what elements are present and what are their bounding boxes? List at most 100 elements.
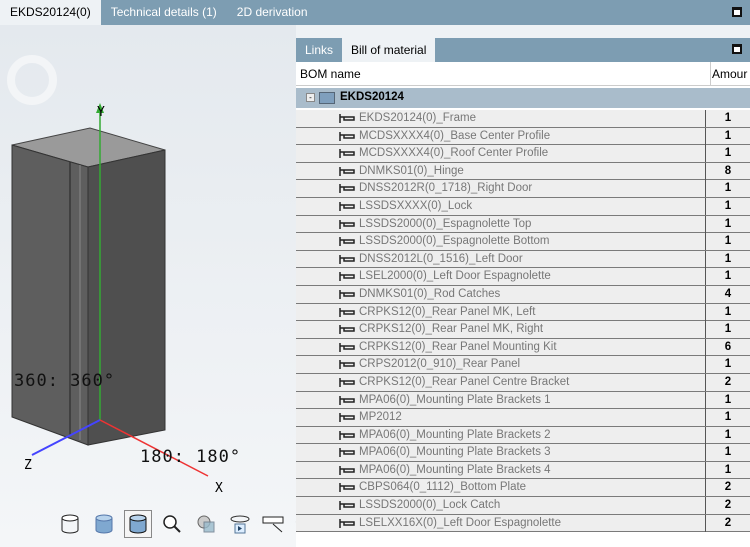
bom-item-amount: 2: [705, 373, 750, 391]
bom-item-amount: 2: [705, 514, 750, 532]
bom-item-name: MP2012: [359, 411, 402, 424]
bom-panel: Links Bill of material BOM name Amour - …: [296, 38, 750, 547]
assembly-icon: [319, 92, 335, 104]
maximize-icon[interactable]: [732, 7, 742, 17]
panel-maximize-icon[interactable]: [732, 44, 742, 54]
view-toolbar: ▼: [56, 510, 303, 538]
bom-row[interactable]: MCDSXXXX4(0)_Base Center Profile 1: [296, 127, 750, 146]
3d-viewer[interactable]: Y Z X 360: 360° 180: 180°: [0, 25, 296, 547]
bom-item-amount: 4: [705, 285, 750, 303]
bom-row[interactable]: LSSDSXXXX(0)_Lock 1: [296, 197, 750, 216]
bom-row[interactable]: DNSS2012R(0_1718)_Right Door 1: [296, 180, 750, 198]
bom-row[interactable]: MPA06(0)_Mounting Plate Brackets 1 1: [296, 391, 750, 410]
part-icon: [339, 236, 355, 250]
root-name: EKDS20124: [340, 91, 404, 103]
bom-item-name: LSSDSXXXX(0)_Lock: [359, 199, 473, 212]
bom-row[interactable]: CRPS2012(0_910)_Rear Panel 1: [296, 356, 750, 374]
tab-bill-of-material[interactable]: Bill of material: [342, 38, 436, 62]
bom-row[interactable]: DNMKS01(0)_Rod Catches 4: [296, 285, 750, 304]
bom-item-amount: 8: [705, 162, 750, 180]
bom-row[interactable]: LSEL2000(0)_Left Door Espagnolette 1: [296, 268, 750, 286]
rotate-icon[interactable]: [226, 510, 254, 538]
bom-item-amount: 1: [705, 303, 750, 321]
bom-row[interactable]: MPA06(0)_Mounting Plate Brackets 3 1: [296, 444, 750, 462]
bom-item-amount: 1: [705, 391, 750, 409]
bom-item-name: CRPKS12(0)_Rear Panel MK, Left: [359, 305, 536, 318]
bom-item-name: LSSDS2000(0)_Espagnolette Top: [359, 217, 532, 230]
bom-item-amount: 1: [705, 250, 750, 268]
bom-row[interactable]: CRPKS12(0)_Rear Panel Centre Bracket 2: [296, 373, 750, 392]
bom-item-amount: 1: [705, 233, 750, 251]
bom-item-name: LSELXX16X(0)_Left Door Espagnolette: [359, 516, 562, 529]
bom-item-name: CRPKS12(0)_Rear Panel Mounting Kit: [359, 340, 557, 353]
bom-row[interactable]: LSELXX16X(0)_Left Door Espagnolette 2: [296, 514, 750, 533]
part-icon: [339, 324, 355, 338]
part-icon: [339, 412, 355, 426]
bom-row[interactable]: LSSDS2000(0)_Espagnolette Bottom 1: [296, 233, 750, 251]
document-tabs: EKDS20124(0) Technical details (1) 2D de…: [0, 0, 750, 25]
collapse-icon[interactable]: -: [306, 93, 315, 102]
bom-row[interactable]: MPA06(0)_Mounting Plate Brackets 2 1: [296, 426, 750, 445]
part-icon: [339, 307, 355, 321]
measure-icon[interactable]: [260, 510, 288, 538]
bom-item-name: CBPS064(0_1112)_Bottom Plate: [359, 481, 527, 494]
bom-row[interactable]: MPA06(0)_Mounting Plate Brackets 4 1: [296, 461, 750, 480]
tab-links[interactable]: Links: [296, 38, 342, 62]
angle-readout-left: 360: 360°: [14, 371, 116, 391]
bom-row[interactable]: MP2012 1: [296, 409, 750, 427]
bom-item-name: CRPKS12(0)_Rear Panel MK, Right: [359, 323, 544, 336]
part-icon: [339, 219, 355, 233]
bom-row[interactable]: CRPKS12(0)_Rear Panel Mounting Kit 6: [296, 338, 750, 357]
bom-item-name: DNSS2012L(0_1516)_Left Door: [359, 252, 523, 265]
axis-label-z: Z: [24, 458, 32, 473]
bom-root-row[interactable]: - EKDS20124: [296, 88, 750, 108]
bom-item-name: CRPS2012(0_910)_Rear Panel: [359, 358, 521, 371]
bom-item-name: DNMKS01(0)_Hinge: [359, 164, 464, 177]
shaded-icon[interactable]: [90, 510, 118, 538]
column-bom-name[interactable]: BOM name: [300, 67, 361, 81]
wireframe-icon[interactable]: [56, 510, 84, 538]
bom-item-name: MCDSXXXX4(0)_Base Center Profile: [359, 129, 551, 142]
axis-label-x: X: [215, 481, 223, 496]
part-icon: [339, 518, 355, 532]
bom-item-amount: 1: [705, 461, 750, 479]
bom-item-amount: 1: [705, 356, 750, 374]
bom-item-amount: 1: [705, 197, 750, 215]
bom-row[interactable]: EKDS20124(0)_Frame 1: [296, 110, 750, 128]
bom-item-amount: 1: [705, 145, 750, 163]
part-icon: [339, 254, 355, 268]
bom-item-name: MPA06(0)_Mounting Plate Brackets 2: [359, 428, 551, 441]
zoom-fit-icon[interactable]: [158, 510, 186, 538]
bom-item-name: DNMKS01(0)_Rod Catches: [359, 287, 501, 300]
tab-technical-details[interactable]: Technical details (1): [101, 0, 227, 25]
bom-row[interactable]: CBPS064(0_1112)_Bottom Plate 2: [296, 479, 750, 498]
bom-item-amount: 6: [705, 338, 750, 356]
part-icon: [339, 482, 355, 496]
part-icon: [339, 500, 355, 514]
bom-item-name: MPA06(0)_Mounting Plate Brackets 4: [359, 463, 551, 476]
bom-row[interactable]: CRPKS12(0)_Rear Panel MK, Right 1: [296, 321, 750, 339]
bom-row[interactable]: LSSDS2000(0)_Espagnolette Top 1: [296, 215, 750, 234]
bom-item-amount: 1: [705, 321, 750, 339]
part-icon: [339, 113, 355, 127]
bom-item-name: DNSS2012R(0_1718)_Right Door: [359, 182, 533, 195]
bom-item-amount: 2: [705, 497, 750, 515]
bom-item-name: MCDSXXXX4(0)_Roof Center Profile: [359, 147, 549, 160]
column-amount[interactable]: Amour: [710, 62, 747, 86]
tab-ekds20124[interactable]: EKDS20124(0): [0, 0, 101, 25]
part-icon: [339, 166, 355, 180]
tab-2d-derivation[interactable]: 2D derivation: [227, 0, 318, 25]
bom-row[interactable]: CRPKS12(0)_Rear Panel MK, Left 1: [296, 303, 750, 322]
bom-item-amount: 1: [705, 215, 750, 233]
bom-row[interactable]: LSSDS2000(0)_Lock Catch 2: [296, 497, 750, 515]
shaded-edges-icon[interactable]: [124, 510, 152, 538]
bom-row[interactable]: DNMKS01(0)_Hinge 8: [296, 162, 750, 181]
part-icon: [339, 342, 355, 356]
bom-row[interactable]: DNSS2012L(0_1516)_Left Door 1: [296, 250, 750, 269]
bom-item-name: LSEL2000(0)_Left Door Espagnolette: [359, 270, 551, 283]
bom-item-name: MPA06(0)_Mounting Plate Brackets 3: [359, 446, 551, 459]
transparency-icon[interactable]: [192, 510, 220, 538]
part-icon: [339, 447, 355, 461]
bom-row[interactable]: MCDSXXXX4(0)_Roof Center Profile 1: [296, 145, 750, 163]
panel-tabs: Links Bill of material: [296, 38, 750, 62]
